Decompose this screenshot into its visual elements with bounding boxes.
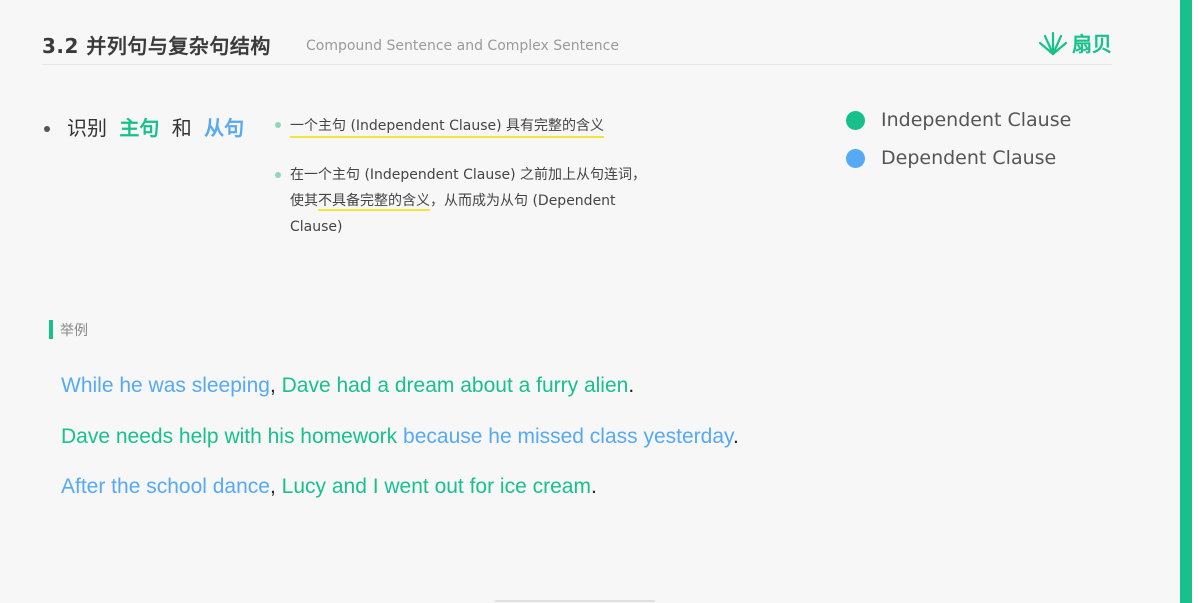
punctuation: . <box>732 425 739 448</box>
legend-independent: Independent Clause <box>846 109 1071 131</box>
punctuation: . <box>628 374 635 397</box>
legend-dependent-label: Dependent Clause <box>881 147 1057 169</box>
blue-dot-icon <box>846 148 865 168</box>
progress-indicator <box>495 600 655 602</box>
slide <box>0 0 1180 603</box>
logo-text: 扇贝 <box>1072 32 1112 56</box>
page-subtitle: Compound Sentence and Complex Sentence <box>306 38 619 54</box>
right-accent-bar <box>1180 0 1192 603</box>
identify-and: 和 <box>171 116 192 140</box>
example-sentence-3: After the school dance, Lucy and I went … <box>61 475 597 499</box>
point-dot <box>275 172 281 178</box>
example-sentence-2: Dave needs help with his homework becaus… <box>61 425 739 449</box>
leaf-icon <box>1038 31 1068 55</box>
independent-clause: Lucy and I went out for ice cream <box>281 475 591 498</box>
punctuation: , <box>269 374 282 397</box>
dependent-clause: While he was sleeping <box>61 374 270 397</box>
identify-heading: 识别 主句 和 从句 <box>67 112 250 141</box>
independent-clause: Dave had a dream about a furry alien <box>281 374 629 397</box>
sub-clause-term: 从句 <box>204 116 245 140</box>
punctuation: , <box>269 475 282 498</box>
point-independent-highlight: 一个主句 (Independent Clause) 具有完整的含义 <box>290 118 605 138</box>
point-dependent-highlight: 不具备完整的含义 <box>318 193 430 211</box>
dependent-clause: After the school dance <box>61 475 270 498</box>
main-clause-term: 主句 <box>119 116 160 140</box>
example-label: 举例 <box>60 323 88 339</box>
example-marker <box>49 320 53 339</box>
page-title: 3.2 并列句与复杂句结构 <box>42 34 271 58</box>
point-dependent: 在一个主句 (Independent Clause) 之前加上从句连词，使其不具… <box>290 162 650 240</box>
legend-independent-label: Independent Clause <box>881 109 1072 131</box>
independent-clause: Dave needs help with his homework <box>61 425 398 448</box>
point-dot <box>275 122 281 128</box>
brand-logo: 扇贝 <box>1038 28 1112 57</box>
point-independent: 一个主句 (Independent Clause) 具有完整的含义 <box>290 115 605 138</box>
legend-dependent: Dependent Clause <box>846 147 1056 169</box>
header-divider <box>42 64 1112 65</box>
punctuation: . <box>590 475 597 498</box>
green-dot-icon <box>846 110 865 130</box>
example-sentence-1: While he was sleeping, Dave had a dream … <box>61 374 634 398</box>
bullet-dot <box>44 126 50 132</box>
dependent-clause: because he missed class yesterday <box>403 425 733 448</box>
identify-prefix: 识别 <box>67 116 107 140</box>
